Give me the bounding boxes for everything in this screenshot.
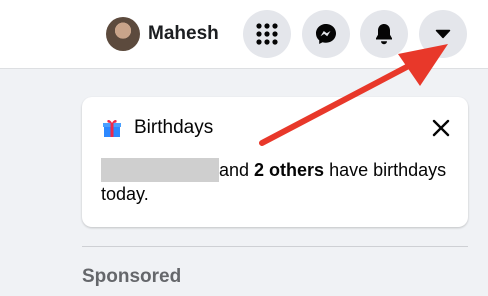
divider (82, 246, 468, 247)
menu-grid-icon (256, 23, 278, 45)
messenger-icon (316, 24, 336, 44)
close-button[interactable] (430, 117, 452, 139)
card-title: Birthdays (134, 117, 214, 138)
gift-icon (103, 120, 121, 137)
profile-link[interactable]: Mahesh (106, 16, 219, 52)
close-icon (432, 119, 450, 137)
message-text-1: and (219, 160, 255, 180)
messenger-button[interactable] (302, 10, 350, 58)
redacted-name (101, 158, 219, 182)
profile-name: Mahesh (148, 23, 219, 44)
account-menu-button[interactable] (419, 10, 467, 58)
top-navigation-bar: Mahesh (0, 0, 488, 69)
menu-button[interactable] (243, 10, 291, 58)
birthday-message: and 2 others have birthdays today. (101, 158, 451, 206)
sponsored-heading: Sponsored (82, 266, 182, 287)
others-count[interactable]: 2 others (254, 160, 324, 180)
caret-down-icon (435, 29, 451, 39)
bell-icon (376, 24, 392, 45)
birthdays-card: Birthdays and 2 others have birthdays to… (82, 97, 468, 227)
avatar (106, 17, 140, 51)
card-header: Birthdays (102, 117, 213, 139)
notifications-button[interactable] (360, 10, 408, 58)
